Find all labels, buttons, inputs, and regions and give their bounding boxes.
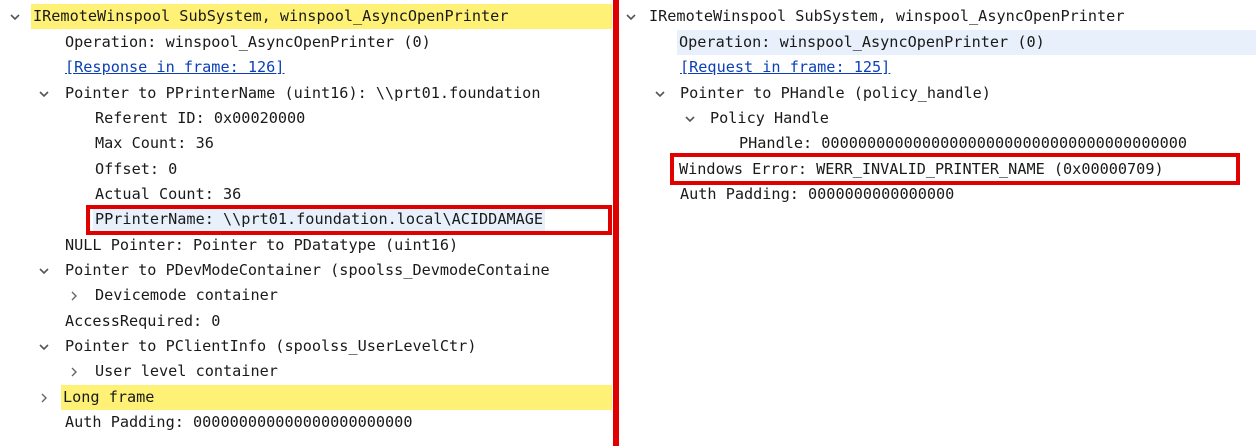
tree-row-operation[interactable]: Operation: winspool_AsyncOpenPrinter (0): [622, 30, 1256, 56]
chevron-right-icon[interactable]: [67, 359, 81, 384]
null-pointer-field: NULL Pointer: Pointer to PDatatype (uint…: [65, 236, 459, 254]
chevron-down-icon[interactable]: [37, 334, 51, 359]
right-packet-details-pane[interactable]: IRemoteWinspool SubSystem, winspool_Asyn…: [622, 0, 1256, 446]
clientinfo-pointer-field: Pointer to PClientInfo (spoolss_UserLeve…: [65, 337, 477, 355]
max-count-field: Max Count: 36: [95, 134, 214, 152]
left-packet-details-pane[interactable]: IRemoteWinspool SubSystem, winspool_Asyn…: [0, 0, 612, 446]
response-in-frame-link[interactable]: [Response in frame: 126]: [63, 55, 286, 80]
operation-field: Operation: winspool_AsyncOpenPrinter (0): [677, 30, 1256, 56]
auth-padding-field: Auth Padding: 0000000000000000: [680, 185, 955, 203]
chevron-right-icon[interactable]: [67, 283, 81, 308]
policy-handle-field: Policy Handle: [710, 109, 829, 127]
chevron-down-icon[interactable]: [8, 4, 22, 29]
request-in-frame-link[interactable]: [Request in frame: 125]: [678, 55, 892, 80]
phandle-pointer-field: Pointer to PHandle (policy_handle): [680, 84, 991, 102]
devmode-pointer-field: Pointer to PDevModeContainer (spoolss_De…: [65, 261, 550, 279]
chevron-down-icon[interactable]: [37, 258, 51, 283]
phandle-field: PHandle: 0000000000000000000000000000000…: [739, 134, 1188, 152]
pprintername-field: PPrinterName: \\prt01.foundation.local\A…: [93, 207, 546, 233]
subsystem-header: IRemoteWinspool SubSystem, winspool_Asyn…: [649, 7, 1125, 25]
long-frame-field: Long frame: [61, 385, 612, 411]
chevron-right-icon[interactable]: [37, 385, 51, 410]
access-required-field: AccessRequired: 0: [65, 312, 221, 330]
chevron-down-icon[interactable]: [683, 106, 697, 131]
tree-row-subsystem[interactable]: IRemoteWinspool SubSystem, winspool_Asyn…: [0, 4, 612, 30]
offset-field: Offset: 0: [95, 160, 178, 178]
tree-row-long-frame[interactable]: Long frame: [0, 385, 612, 411]
actual-count-field: Actual Count: 36: [95, 185, 242, 203]
operation-field: Operation: winspool_AsyncOpenPrinter (0): [65, 33, 431, 51]
chevron-down-icon[interactable]: [37, 81, 51, 106]
divider-annotation-line: [613, 0, 619, 446]
auth-padding-field: Auth Padding: 000000000000000000000000: [65, 413, 413, 431]
user-level-container-field: User level container: [95, 362, 278, 380]
chevron-down-icon[interactable]: [624, 4, 638, 29]
chevron-down-icon[interactable]: [653, 81, 667, 106]
devicemode-container-field: Devicemode container: [95, 286, 278, 304]
pprintername-pointer-field: Pointer to PPrinterName (uint16): \\prt0…: [65, 84, 541, 102]
subsystem-header: IRemoteWinspool SubSystem, winspool_Asyn…: [31, 4, 612, 30]
tree-row-subsystem[interactable]: IRemoteWinspool SubSystem, winspool_Asyn…: [622, 4, 1256, 29]
referent-id-field: Referent ID: 0x00020000: [95, 109, 306, 127]
windows-error-field: Windows Error: WERR_INVALID_PRINTER_NAME…: [679, 160, 1164, 178]
